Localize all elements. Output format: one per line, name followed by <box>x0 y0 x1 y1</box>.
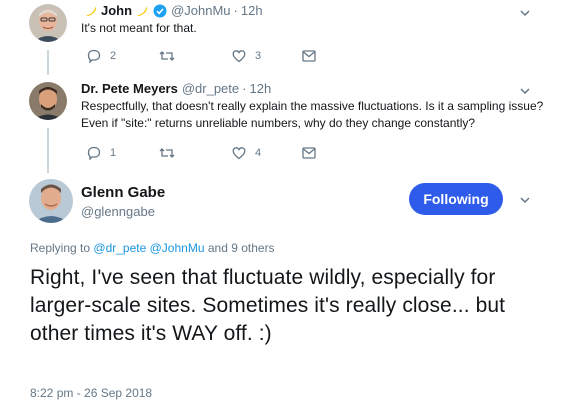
tweet-timestamp[interactable]: 8:22 pm - 26 Sep 2018 <box>30 386 152 400</box>
banana-emoji-icon <box>84 4 98 18</box>
message-icon <box>302 147 316 159</box>
separator-dot: · <box>233 3 238 18</box>
author-handle[interactable]: @JohnMu <box>171 3 230 18</box>
tweet-text: It's not meant for that. <box>81 21 197 35</box>
reply-button[interactable]: 1 <box>87 146 116 160</box>
reply-icon <box>87 49 101 63</box>
thread-line <box>47 128 49 173</box>
like-count: 3 <box>255 50 262 62</box>
tweet-header: Dr. Pete Meyers @dr_pete · 12h <box>81 81 271 96</box>
separator-dot: · <box>242 81 247 96</box>
banana-emoji-icon <box>135 4 149 18</box>
replying-to: Replying to @dr_pete @JohnMu and 9 other… <box>30 241 275 255</box>
author-name[interactable]: Dr. Pete Meyers <box>81 81 178 96</box>
tweet-header: John @JohnMu · 12h <box>81 3 263 18</box>
author-handle[interactable]: @glenngabe <box>81 204 155 219</box>
retweet-icon <box>159 49 175 63</box>
reply-count: 1 <box>110 147 117 159</box>
message-icon <box>302 50 316 62</box>
like-icon <box>232 49 246 63</box>
reply-button[interactable]: 2 <box>87 49 116 63</box>
retweet-icon <box>159 146 175 160</box>
mention-link[interactable]: @JohnMu <box>150 241 205 255</box>
replying-prefix: Replying to <box>30 241 91 255</box>
others-link[interactable]: and 9 others <box>208 241 275 255</box>
like-count: 4 <box>255 147 262 159</box>
author-name[interactable]: John <box>101 3 132 18</box>
tweet-time[interactable]: 12h <box>249 81 271 96</box>
mention-link[interactable]: @dr_pete <box>93 241 146 255</box>
like-button[interactable]: 3 <box>232 49 261 63</box>
retweet-button[interactable] <box>159 146 184 160</box>
retweet-button[interactable] <box>159 49 184 63</box>
avatar-dr-pete[interactable] <box>29 82 67 120</box>
avatar-john[interactable] <box>29 4 67 42</box>
author-handle[interactable]: @dr_pete <box>182 81 239 96</box>
avatar-glenn-gabe[interactable] <box>29 179 73 223</box>
like-icon <box>232 146 246 160</box>
verified-icon <box>153 4 167 18</box>
message-button[interactable] <box>302 50 316 62</box>
message-button[interactable] <box>302 147 316 159</box>
following-button[interactable]: Following <box>409 183 503 215</box>
thread-line <box>47 50 49 75</box>
main-tweet-text: Right, I've seen that fluctuate wildly, … <box>30 266 506 345</box>
like-button[interactable]: 4 <box>232 146 261 160</box>
tweet-text: Respectfully, that doesn't really explai… <box>81 99 544 130</box>
author-name[interactable]: Glenn Gabe <box>81 184 165 201</box>
reply-icon <box>87 146 101 160</box>
chevron-down-icon[interactable] <box>519 193 531 211</box>
reply-count: 2 <box>110 50 117 62</box>
tweet-time[interactable]: 12h <box>241 3 263 18</box>
